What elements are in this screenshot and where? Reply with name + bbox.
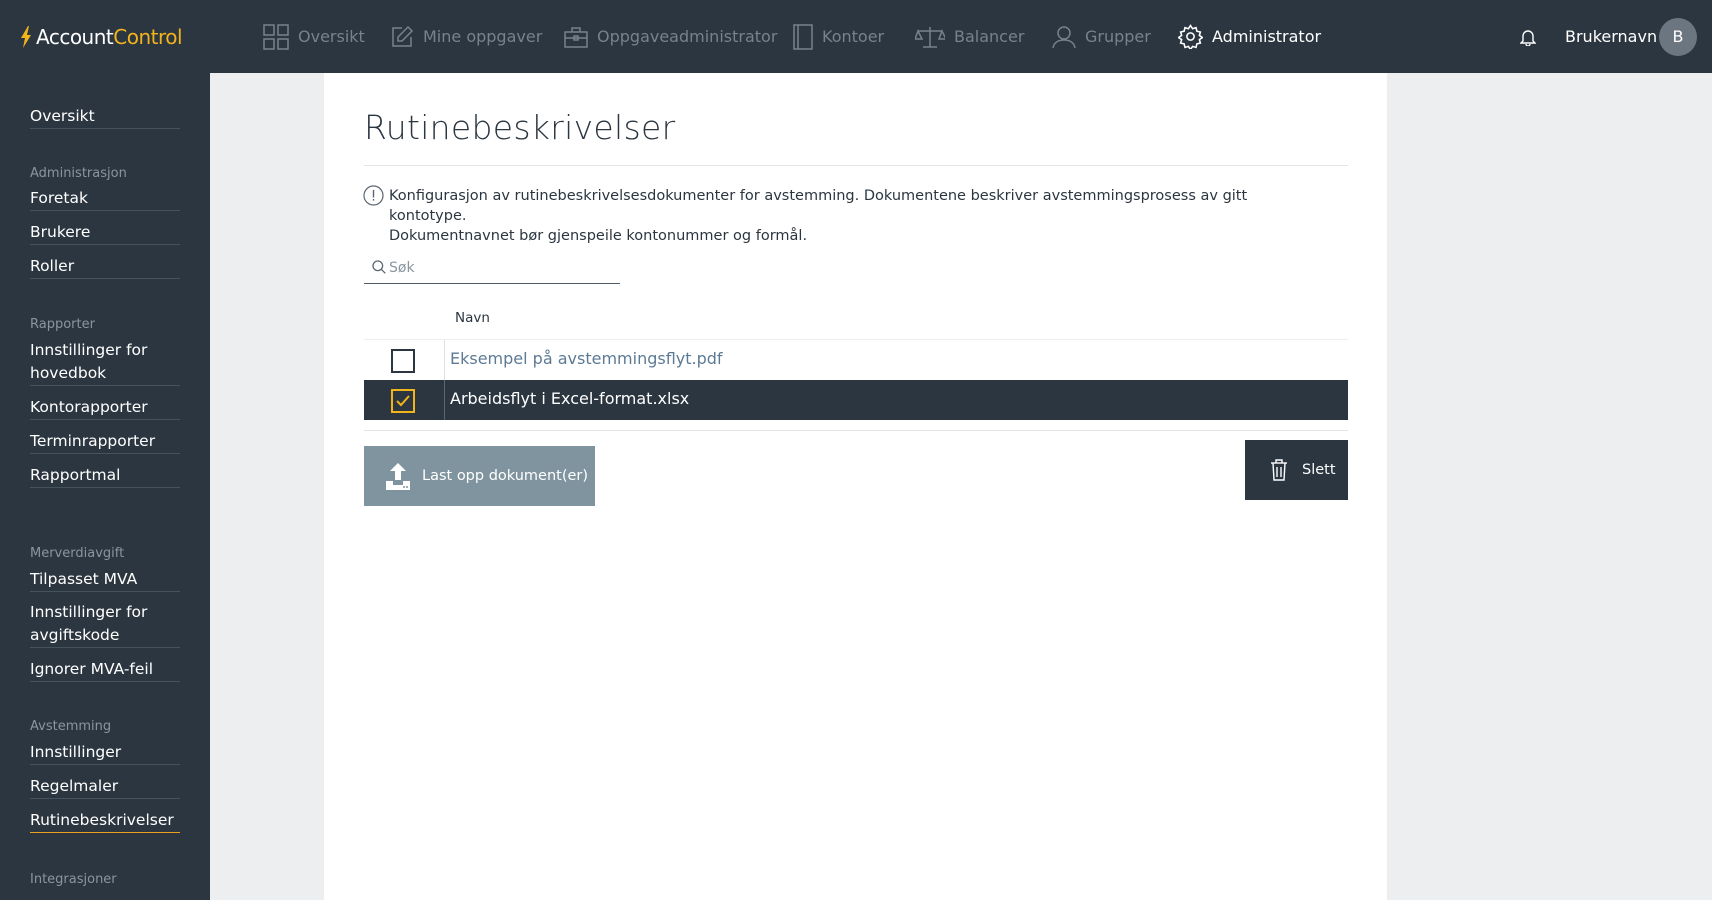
nav-balancer-label: Balancer	[954, 27, 1025, 46]
briefcase-icon	[564, 26, 588, 48]
bell-icon[interactable]	[1520, 28, 1536, 46]
sidebar-item-innstillinger-hovedbok[interactable]: Innstillinger for hovedbok	[30, 339, 180, 386]
nav-administrator[interactable]: Administrator	[1178, 0, 1321, 73]
sidebar-item-roller[interactable]: Roller	[30, 255, 180, 279]
gear-icon	[1178, 24, 1203, 49]
nav-administrator-label: Administrator	[1212, 27, 1322, 46]
sidebar-item-innstillinger-avgiftskode[interactable]: Innstillinger for avgiftskode	[30, 601, 180, 648]
info-text-line1: Konfigurasjon av rutinebeskrivelsesdokum…	[389, 188, 1248, 224]
sidebar: Oversikt Administrasjon Foretak Brukere …	[0, 73, 210, 900]
trash-icon	[1271, 459, 1287, 481]
nav-mine-oppgaver[interactable]: Mine oppgaver	[390, 0, 542, 73]
nav-grupper[interactable]: Grupper	[1052, 0, 1151, 73]
upload-documents-button[interactable]: Last opp dokument(er)	[364, 446, 595, 506]
nav-kontoer[interactable]: Kontoer	[793, 0, 884, 73]
row-checkbox[interactable]	[391, 349, 415, 373]
user-icon	[1052, 25, 1076, 48]
sidebar-item-oversikt[interactable]: Oversikt	[30, 105, 180, 129]
nav-oppgaveadministrator-label: Oppgaveadministrator	[597, 27, 778, 46]
delete-button[interactable]: Slett	[1245, 440, 1348, 500]
scale-icon	[915, 26, 945, 48]
column-header-navn[interactable]: Navn	[455, 310, 490, 326]
sidebar-item-terminrapporter[interactable]: Terminrapporter	[30, 430, 180, 454]
row-checkbox-checked[interactable]	[391, 389, 415, 413]
search-box	[364, 256, 620, 284]
sidebar-heading-rapporter: Rapporter	[30, 317, 95, 332]
avatar[interactable]: B	[1659, 18, 1697, 56]
row-separator	[444, 380, 445, 420]
info-icon	[363, 185, 384, 206]
upload-button-label: Last opp dokument(er)	[422, 468, 589, 484]
table-bottom-divider	[364, 430, 1348, 431]
logo-text-part2: Control	[113, 25, 183, 49]
sidebar-item-rapportmal[interactable]: Rapportmal	[30, 464, 180, 488]
nav-grupper-label: Grupper	[1085, 27, 1151, 46]
sidebar-heading-administrasjon: Administrasjon	[30, 166, 127, 181]
grid-icon	[263, 23, 289, 50]
sidebar-item-innstillinger[interactable]: Innstillinger	[30, 741, 180, 765]
account-control-logo[interactable]: AccountControl	[20, 23, 183, 51]
info-text-line2: Dokumentnavnet bør gjenspeile kontonumme…	[389, 228, 808, 244]
sidebar-heading-integrasjoner: Integrasjoner	[30, 872, 117, 887]
delete-button-label: Slett	[1302, 462, 1336, 478]
table-row-selected[interactable]: Arbeidsflyt i Excel-format.xlsx	[364, 380, 1348, 420]
sidebar-item-foretak[interactable]: Foretak	[30, 187, 180, 211]
logo-text-part1: Account	[36, 25, 114, 49]
search-input[interactable]	[389, 256, 614, 280]
sidebar-heading-avstemming: Avstemming	[30, 719, 112, 734]
checkmark-icon	[396, 395, 410, 407]
nav-oversikt[interactable]: Oversikt	[263, 0, 365, 73]
upload-icon	[386, 463, 410, 490]
info-text: Konfigurasjon av rutinebeskrivelsesdokum…	[389, 186, 1319, 246]
nav-oversikt-label: Oversikt	[298, 27, 365, 46]
document-name-link[interactable]: Eksempel på avstemmingsflyt.pdf	[450, 349, 723, 368]
nav-oppgaveadministrator[interactable]: Oppgaveadministrator	[564, 0, 777, 73]
document-name[interactable]: Arbeidsflyt i Excel-format.xlsx	[450, 389, 689, 408]
nav-kontoer-label: Kontoer	[822, 27, 885, 46]
top-navigation-bar: AccountControl Oversikt Mine oppgaver Op…	[0, 0, 1712, 73]
sidebar-item-regelmaler[interactable]: Regelmaler	[30, 775, 180, 799]
sidebar-heading-merverdiavgift: Merverdiavgift	[30, 546, 125, 561]
row-separator	[444, 340, 445, 380]
nav-mine-oppgaver-label: Mine oppgaver	[423, 27, 543, 46]
username-label[interactable]: Brukernavn	[1565, 0, 1657, 73]
sidebar-item-kontorapporter[interactable]: Kontorapporter	[30, 396, 180, 420]
edit-icon	[392, 25, 414, 47]
book-icon	[793, 23, 813, 50]
title-divider	[364, 165, 1348, 166]
sidebar-item-rutinebeskrivelser[interactable]: Rutinebeskrivelser	[30, 809, 180, 833]
search-icon	[372, 260, 386, 274]
table-row[interactable]: Eksempel på avstemmingsflyt.pdf	[364, 339, 1348, 380]
sidebar-item-tilpasset-mva[interactable]: Tilpasset MVA	[30, 568, 180, 592]
page-title: Rutinebeskrivelser	[364, 108, 676, 147]
lightning-bolt-icon	[21, 26, 31, 48]
right-background	[1387, 73, 1712, 900]
sidebar-item-brukere[interactable]: Brukere	[30, 221, 180, 245]
sidebar-item-ignorer-mva-feil[interactable]: Ignorer MVA-feil	[30, 658, 180, 682]
nav-balancer[interactable]: Balancer	[915, 0, 1024, 73]
